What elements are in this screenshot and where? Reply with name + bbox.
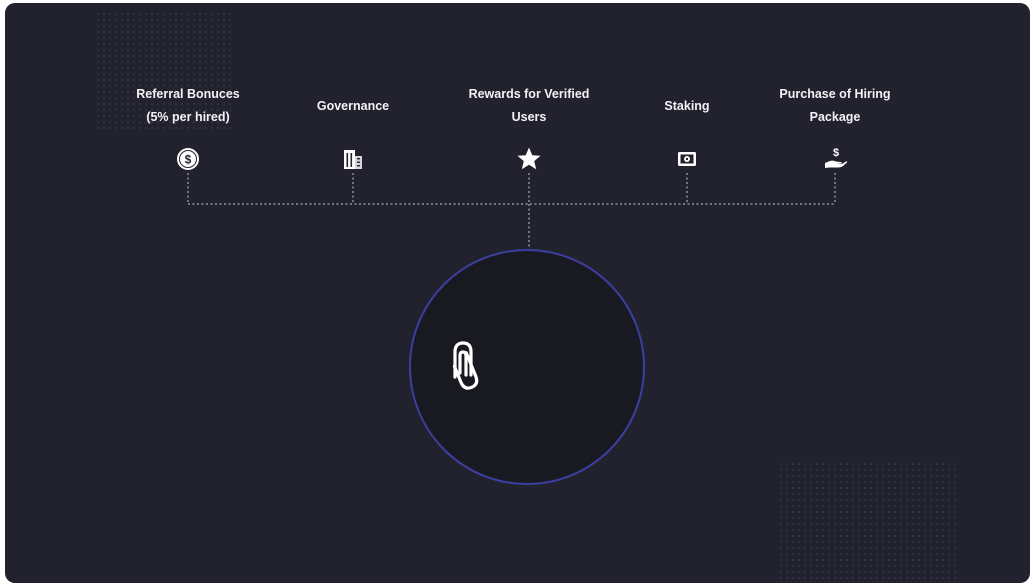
- node-referral-label-line2: (5% per hired): [146, 110, 230, 124]
- svg-text:$: $: [185, 153, 192, 167]
- node-rewards-label: Rewards for Verified Users: [469, 83, 590, 129]
- vault-icon: [673, 145, 701, 173]
- dollar-coin-icon: $: [174, 145, 202, 173]
- node-referral-label-line1: Referral Bonuces: [136, 87, 240, 101]
- node-rewards-label-line1: Rewards for Verified: [468, 87, 590, 101]
- node-purchase-label-line2: Package: [809, 110, 861, 124]
- node-rewards-label-line2: Users: [511, 110, 547, 124]
- node-staking-label: Staking: [664, 95, 709, 118]
- svg-text:$: $: [833, 147, 839, 159]
- star-icon: [515, 145, 543, 173]
- node-governance-label-line1: Governance: [316, 99, 390, 113]
- diagram-panel: Referral Bonuces (5% per hired) $ Govern…: [5, 3, 1030, 583]
- hub-circle: [409, 249, 645, 485]
- node-purchase-label-line1: Purchase of Hiring: [779, 87, 891, 101]
- node-governance-label: Governance: [317, 95, 389, 118]
- node-staking-label-line1: Staking: [664, 99, 710, 113]
- building-icon: [339, 145, 367, 173]
- node-purchase-label: Purchase of Hiring Package: [779, 83, 890, 129]
- paperclip-logo-icon: [439, 335, 487, 397]
- node-referral-label: Referral Bonuces (5% per hired): [136, 83, 240, 129]
- hand-dollar-icon: $: [821, 145, 849, 173]
